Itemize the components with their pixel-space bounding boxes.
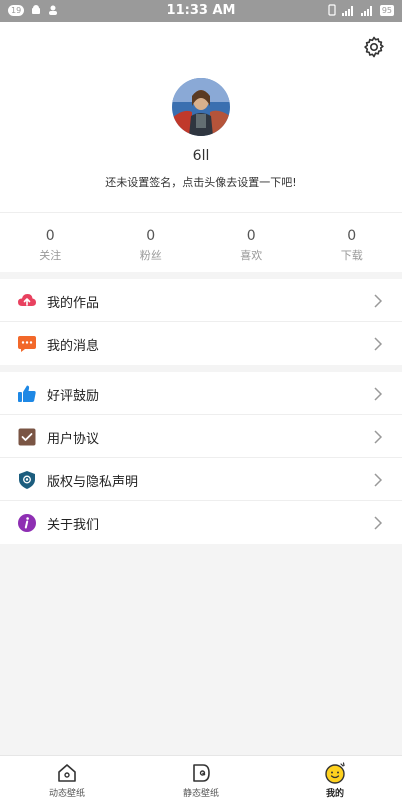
tab-label: 静态壁纸 [182, 789, 219, 799]
menu-item-copyright-privacy[interactable]: 版权与隐私声明 [0, 458, 402, 501]
stat-downloads[interactable]: 0 下载 [302, 213, 402, 272]
stat-label: 关注 [39, 249, 62, 262]
stat-value: 0 [246, 228, 256, 244]
username: 6ll [192, 148, 210, 164]
signal-2-icon [360, 5, 372, 16]
chevron-right-icon [374, 294, 383, 308]
bottom-tab-bar: 动态壁纸 静态壁纸 我的 [0, 755, 402, 800]
signal-icon [341, 5, 353, 16]
avatar[interactable] [172, 78, 230, 136]
thumbs-up-icon [18, 385, 36, 402]
menu-group-info: 好评鼓励 用户协议 版权与隐私声明 关于我们 [0, 372, 402, 544]
chevron-right-icon [374, 430, 383, 444]
menu-item-my-messages[interactable]: 我的消息 [0, 322, 402, 365]
tab-live-wallpaper[interactable]: 动态壁纸 [0, 756, 134, 800]
stat-fans[interactable]: 0 粉丝 [101, 213, 202, 272]
menu-label: 关于我们 [47, 518, 100, 533]
status-right: 95 [327, 4, 394, 16]
stat-label: 下载 [340, 249, 363, 262]
menu-group-content: 我的作品 我的消息 [0, 279, 402, 365]
signature-text: 还未设置签名，点击头像去设置一下吧! [105, 176, 297, 189]
info-icon [18, 514, 36, 532]
status-bar: 19 11:33 AM 95 [0, 0, 402, 22]
menu-label: 用户协议 [47, 432, 100, 447]
tab-static-wallpaper[interactable]: 静态壁纸 [134, 756, 268, 800]
chevron-right-icon [374, 473, 383, 487]
menu-label: 我的作品 [47, 296, 100, 311]
menu-item-user-agreement[interactable]: 用户协议 [0, 415, 402, 458]
chevron-right-icon [374, 516, 383, 530]
tab-label: 我的 [325, 789, 344, 799]
menu-item-rate-us[interactable]: 好评鼓励 [0, 372, 402, 415]
settings-gear-icon[interactable] [362, 35, 386, 59]
menu-label: 版权与隐私声明 [47, 475, 139, 490]
stat-likes[interactable]: 0 喜欢 [201, 213, 302, 272]
menu-label: 好评鼓励 [47, 389, 100, 404]
vibrate-icon [328, 4, 336, 16]
tab-label: 动态壁纸 [48, 789, 85, 799]
disc-tag-icon [193, 764, 210, 782]
profile-header: 6ll 还未设置签名，点击头像去设置一下吧! [0, 22, 402, 212]
avatar-image [172, 78, 230, 136]
chevron-right-icon [374, 387, 383, 401]
stat-value: 0 [45, 228, 55, 244]
menu-item-my-works[interactable]: 我的作品 [0, 279, 402, 322]
stat-value: 0 [146, 228, 156, 244]
battery-icon: 95 [379, 4, 394, 16]
stat-value: 0 [347, 228, 357, 244]
stats-row: 0 关注 0 粉丝 0 喜欢 0 下载 [0, 212, 402, 272]
cloud-upload-icon [18, 294, 36, 306]
stat-following[interactable]: 0 关注 [0, 213, 101, 272]
menu-item-about-us[interactable]: 关于我们 [0, 501, 402, 544]
tab-mine[interactable]: 我的 [268, 756, 402, 800]
shield-icon [19, 471, 35, 489]
checkbox-icon [18, 428, 36, 446]
message-bubble-icon [18, 336, 36, 352]
stat-label: 喜欢 [240, 249, 263, 262]
home-icon [58, 764, 76, 782]
stat-label: 粉丝 [139, 249, 162, 262]
chevron-right-icon [374, 337, 383, 351]
menu-label: 我的消息 [47, 339, 100, 354]
smiley-face-icon [325, 762, 345, 784]
